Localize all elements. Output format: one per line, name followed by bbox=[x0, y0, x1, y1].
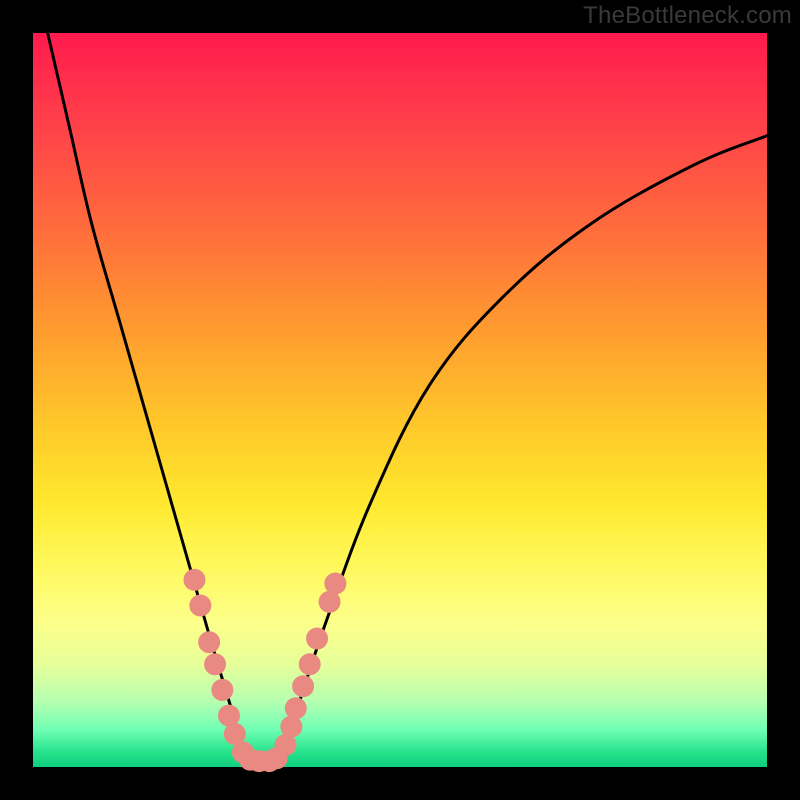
highlight-dot bbox=[292, 675, 314, 697]
highlight-dot bbox=[299, 653, 321, 675]
highlight-dot bbox=[324, 573, 346, 595]
highlight-dot bbox=[204, 653, 226, 675]
highlight-dots-group bbox=[183, 569, 346, 772]
highlight-dot bbox=[183, 569, 205, 591]
highlight-dot bbox=[285, 697, 307, 719]
bottleneck-curve bbox=[48, 33, 767, 765]
highlight-dot bbox=[198, 631, 220, 653]
highlight-dot bbox=[189, 595, 211, 617]
highlight-dot bbox=[280, 716, 302, 738]
highlight-dot bbox=[211, 679, 233, 701]
chart-svg bbox=[33, 33, 767, 767]
watermark-text: TheBottleneck.com bbox=[583, 2, 792, 30]
chart-frame: TheBottleneck.com bbox=[0, 0, 800, 800]
highlight-dot bbox=[306, 628, 328, 650]
